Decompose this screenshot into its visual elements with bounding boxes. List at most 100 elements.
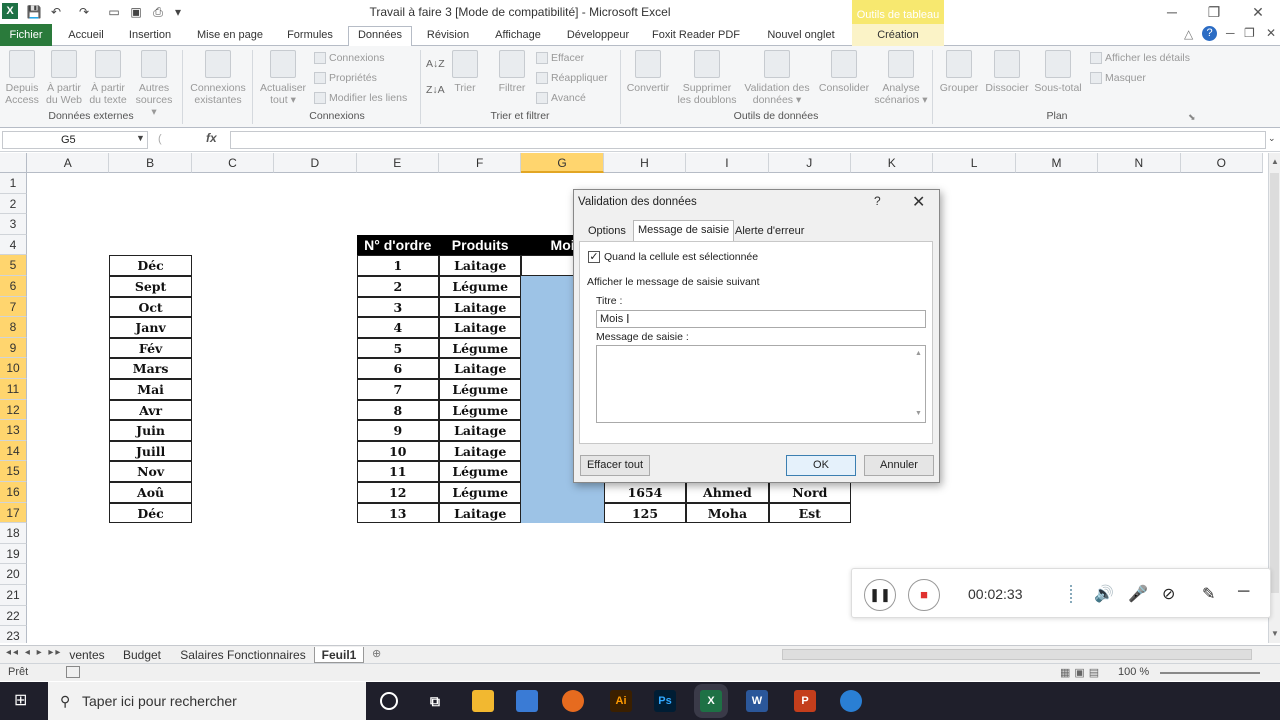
column-header[interactable]: D (274, 153, 357, 173)
from-web-button[interactable]: À partir du Web (44, 50, 84, 106)
name-box-dropdown-icon[interactable]: ▼ (136, 133, 145, 143)
sort-desc-button[interactable]: Z↓A (426, 82, 445, 98)
reapply-button[interactable]: Réappliquer (536, 70, 608, 86)
sheet-tab-feuil1[interactable]: Feuil1 (314, 647, 364, 663)
ribbon-collapse-icon[interactable]: △ (1184, 27, 1193, 41)
product-cell[interactable]: Légume (439, 461, 522, 482)
product-cell[interactable]: Légume (439, 337, 522, 359)
tab-accueil[interactable]: Accueil (60, 27, 112, 46)
order-number-cell[interactable]: 6 (356, 358, 439, 379)
cancel-button[interactable]: Annuler (864, 455, 934, 476)
illustrator-icon[interactable]: Ai (610, 690, 632, 712)
help-icon[interactable]: ? (1202, 26, 1217, 41)
row-header[interactable]: 14 (0, 440, 27, 462)
row-header[interactable]: 4 (0, 234, 27, 256)
dialog-close-button[interactable]: ✕ (912, 192, 925, 212)
doc-close-icon[interactable]: ✕ (1266, 26, 1276, 40)
doc-minimize-icon[interactable]: ─ (1226, 26, 1235, 40)
month-cell[interactable]: Mars (109, 358, 192, 379)
select-all-corner[interactable] (0, 153, 27, 173)
row-header[interactable]: 22 (0, 605, 27, 627)
show-detail-button[interactable]: Afficher les détails (1090, 50, 1190, 66)
product-cell[interactable]: Laitage (439, 317, 522, 338)
existing-connections-button[interactable]: Connexions existantes (188, 50, 248, 106)
order-number-cell[interactable]: 5 (356, 337, 439, 359)
sheet-tab-salaires[interactable]: Salaires Fonctionnaires (176, 647, 310, 663)
speaker-icon[interactable]: 🔊 (1094, 584, 1114, 604)
row-header[interactable]: 3 (0, 214, 27, 235)
product-cell[interactable]: Légume (439, 276, 522, 297)
pen-icon[interactable]: ✎ (1202, 584, 1215, 604)
product-cell[interactable]: Laitage (439, 296, 522, 318)
order-number-cell[interactable]: 12 (356, 482, 439, 503)
tab-mise-en-page[interactable]: Mise en page (190, 27, 270, 46)
amount-cell[interactable]: 125 (603, 502, 687, 524)
clear-all-button[interactable]: Effacer tout (580, 455, 650, 476)
row-header[interactable]: 1 (0, 173, 27, 194)
header-cell[interactable]: N° d'ordre (356, 234, 439, 256)
column-header[interactable]: J (768, 153, 851, 173)
stop-record-icon[interactable]: ■ (908, 579, 940, 611)
order-number-cell[interactable]: 7 (356, 379, 439, 400)
scroll-thumb[interactable] (1270, 173, 1279, 593)
column-header[interactable]: A (27, 153, 110, 173)
row-header[interactable]: 11 (0, 379, 27, 400)
month-cell[interactable]: Janv (109, 317, 192, 338)
month-input-cell[interactable] (521, 482, 604, 503)
tab-affichage[interactable]: Affichage (486, 27, 550, 46)
word-taskbar-icon[interactable]: W (746, 690, 768, 712)
edit-links-button[interactable]: Modifier les liens (314, 90, 407, 106)
cortana-icon[interactable] (380, 692, 398, 710)
cancel-entry-icon[interactable]: ( (158, 133, 162, 145)
scroll-up-icon[interactable]: ▲ (1271, 157, 1279, 166)
row-header[interactable]: 5 (0, 255, 27, 276)
sort-button[interactable]: Trier (450, 50, 480, 94)
what-if-analysis-button[interactable]: Analyse scénarios ▾ (874, 50, 928, 106)
column-header[interactable]: I (686, 153, 769, 173)
tab-error-alert[interactable]: Alerte d'erreur (731, 222, 808, 242)
minimize-recorder-icon[interactable]: ─ (1238, 583, 1249, 601)
month-cell[interactable]: Nov (109, 461, 192, 482)
firefox-icon[interactable] (562, 690, 584, 712)
month-cell[interactable]: Aoû (109, 482, 192, 503)
convert-button[interactable]: Convertir (624, 50, 672, 94)
month-cell[interactable]: Déc (109, 502, 192, 524)
column-header[interactable]: F (439, 153, 522, 173)
sort-asc-button[interactable]: A↓Z (426, 56, 445, 72)
row-header[interactable]: 13 (0, 420, 27, 441)
insert-function-icon[interactable]: fx (206, 131, 217, 145)
hide-detail-button[interactable]: Masquer (1090, 70, 1146, 86)
month-cell[interactable]: Juill (109, 440, 192, 462)
consolidate-button[interactable]: Consolider (816, 50, 872, 94)
month-cell[interactable]: Sept (109, 276, 192, 297)
view-mode-icons[interactable]: ▦▣▤ (1060, 666, 1103, 679)
subtotal-button[interactable]: Sous-total (1032, 50, 1084, 94)
task-view-icon[interactable]: ⧉ (424, 690, 446, 712)
close-button[interactable]: ✕ (1246, 3, 1270, 21)
column-header[interactable]: M (1015, 153, 1099, 173)
product-cell[interactable]: Laitage (439, 255, 522, 276)
photoshop-icon[interactable]: Ps (654, 690, 676, 712)
camera-app-icon[interactable] (840, 690, 862, 712)
horizontal-scrollbar[interactable] (782, 649, 1252, 660)
row-header[interactable]: 20 (0, 564, 27, 585)
row-header[interactable]: 2 (0, 193, 27, 215)
product-cell[interactable]: Laitage (439, 502, 522, 524)
month-input-cell[interactable] (521, 502, 604, 524)
row-header[interactable]: 19 (0, 543, 27, 565)
name-box[interactable]: G5 (2, 131, 148, 149)
drag-handle[interactable] (1070, 585, 1076, 603)
row-header[interactable]: 23 (0, 626, 27, 643)
column-header[interactable]: H (603, 153, 687, 173)
region-cell[interactable]: Est (768, 502, 851, 524)
insert-sheet-icon[interactable]: ⊕ (372, 647, 381, 660)
tab-formules[interactable]: Formules (280, 27, 340, 46)
order-number-cell[interactable]: 8 (356, 399, 439, 421)
ok-button[interactable]: OK (786, 455, 856, 476)
restore-button[interactable]: ❐ (1202, 3, 1226, 21)
minimize-button[interactable]: ─ (1160, 3, 1184, 21)
row-header[interactable]: 15 (0, 461, 27, 482)
sheet-nav-icons[interactable]: ◂◂ ◂ ▸ ▸▸ (6, 647, 62, 658)
month-cell[interactable]: Mai (109, 379, 192, 400)
order-number-cell[interactable]: 4 (356, 317, 439, 338)
